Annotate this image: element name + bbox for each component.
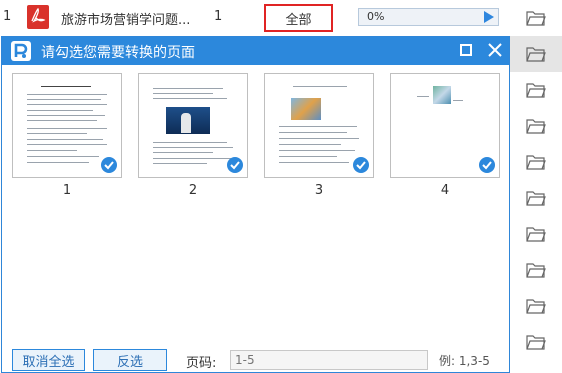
- dialog-titlebar[interactable]: 请勾选您需要转换的页面: [2, 37, 509, 65]
- check-icon[interactable]: [227, 157, 243, 173]
- page-range-example: 例: 1,3-5: [439, 354, 490, 368]
- page-thumbnail[interactable]: [390, 73, 500, 178]
- open-folder-button[interactable]: [510, 252, 562, 288]
- folder-icon: [526, 191, 546, 206]
- file-index: 1: [3, 9, 12, 24]
- page-range-label: 全部: [285, 12, 312, 28]
- open-folder-button[interactable]: [510, 144, 562, 180]
- page-count: 1: [214, 9, 223, 24]
- folder-icon: [526, 227, 546, 242]
- progress-bar: 0%: [358, 8, 499, 26]
- photo-thumbnail: [433, 86, 451, 104]
- folder-icon: [526, 47, 546, 62]
- page-range-input[interactable]: [230, 350, 428, 370]
- photo-thumbnail: [291, 98, 321, 120]
- page-thumbnail[interactable]: [138, 73, 248, 178]
- folder-icon: [526, 83, 546, 98]
- page-number-label: 4: [440, 183, 450, 198]
- check-icon[interactable]: [101, 157, 117, 173]
- deselect-all-button[interactable]: 取消全选: [12, 349, 85, 371]
- progress-text: 0%: [367, 10, 385, 23]
- folder-icon: [526, 335, 546, 350]
- close-icon[interactable]: [486, 41, 504, 59]
- pdf-icon: [27, 5, 49, 29]
- open-folder-button[interactable]: [510, 72, 562, 108]
- open-folder-button[interactable]: [510, 288, 562, 324]
- page-range-label: 页码:: [186, 356, 217, 371]
- page-number-label: 2: [188, 183, 198, 198]
- invert-selection-button[interactable]: 反选: [93, 349, 167, 371]
- open-folder-button[interactable]: [510, 0, 562, 36]
- app-logo-icon: [11, 41, 31, 61]
- file-row[interactable]: 1 旅游市场营销学问题... 1 全部 0%: [0, 0, 510, 36]
- folder-column: [510, 0, 562, 373]
- folder-icon: [526, 11, 546, 26]
- open-folder-button[interactable]: [510, 180, 562, 216]
- play-icon[interactable]: [484, 11, 494, 23]
- dialog-title: 请勾选您需要转换的页面: [41, 45, 195, 61]
- check-icon[interactable]: [353, 157, 369, 173]
- folder-icon: [526, 155, 546, 170]
- page-number-label: 1: [62, 183, 72, 198]
- page-thumbnail[interactable]: [12, 73, 122, 178]
- page-number-label: 3: [314, 183, 324, 198]
- page-range-selector[interactable]: 全部: [264, 4, 333, 32]
- page-thumbnail[interactable]: [264, 73, 374, 178]
- folder-icon: [526, 263, 546, 278]
- file-name: 旅游市场营销学问题...: [61, 13, 191, 28]
- folder-icon: [526, 299, 546, 314]
- open-folder-button[interactable]: [510, 36, 562, 72]
- folder-icon: [526, 119, 546, 134]
- open-folder-button[interactable]: [510, 216, 562, 252]
- page-select-dialog: 请勾选您需要转换的页面 1 2 3 4 取消全选 反选 页码: 1-5 例: 1…: [1, 36, 510, 373]
- maximize-icon[interactable]: [460, 44, 472, 56]
- photo-thumbnail: [166, 107, 210, 134]
- check-icon[interactable]: [479, 157, 495, 173]
- open-folder-button[interactable]: [510, 324, 562, 360]
- open-folder-button[interactable]: [510, 108, 562, 144]
